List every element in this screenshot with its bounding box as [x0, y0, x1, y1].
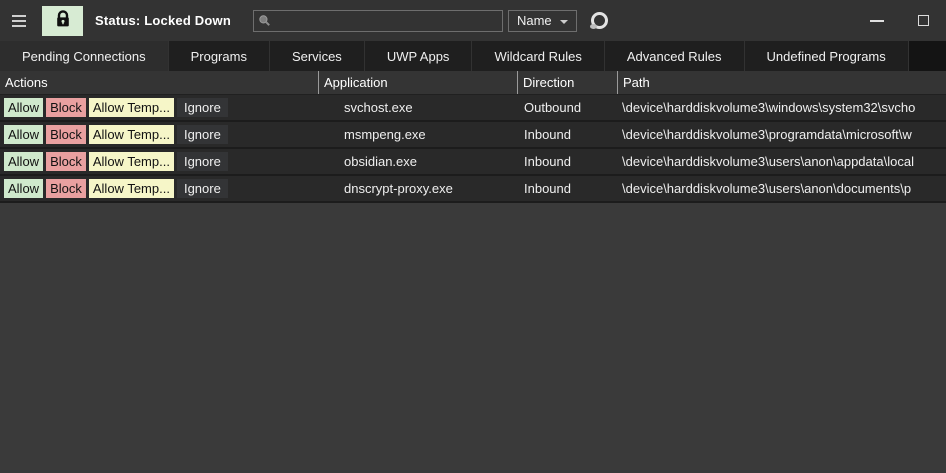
tab-undefined-programs[interactable]: Undefined Programs — [744, 41, 909, 71]
minimize-button[interactable] — [854, 6, 900, 36]
direction-cell: Inbound — [524, 154, 571, 169]
tab-advanced-rules[interactable]: Advanced Rules — [604, 41, 745, 71]
ignore-button[interactable]: Ignore — [176, 125, 228, 144]
lock-icon — [55, 10, 71, 31]
column-header-application[interactable]: Application — [318, 71, 517, 94]
pending-connections-list: Allow Block Allow Temp... Ignore svchost.exe… — [0, 95, 946, 203]
traffic-ring-icon[interactable] — [589, 12, 608, 29]
column-header-path[interactable]: Path — [617, 71, 946, 94]
path-cell: \device\harddiskvolume3\users\anon\docum… — [622, 181, 912, 196]
allow-temp-button[interactable]: Allow Temp... — [88, 179, 174, 198]
application-cell: obsidian.exe — [344, 154, 417, 169]
search-box — [252, 9, 503, 32]
block-button[interactable]: Block — [46, 179, 86, 198]
application-cell: svchost.exe — [344, 100, 413, 115]
allow-button[interactable]: Allow — [4, 152, 44, 171]
table-header: Actions Application Direction Path — [0, 71, 946, 95]
allow-temp-button[interactable]: Allow Temp... — [88, 152, 174, 171]
application-cell: dnscrypt-proxy.exe — [344, 181, 453, 196]
table-row[interactable]: Allow Block Allow Temp... Ignore svchost.exe… — [0, 95, 946, 122]
column-header-actions[interactable]: Actions — [0, 71, 318, 94]
tab-bar: Pending Connections Programs Services UWP A… — [0, 41, 946, 71]
maximize-button[interactable] — [900, 6, 946, 36]
row-actions: Allow Block Allow Temp... Ignore — [0, 98, 318, 117]
titlebar: Status: Locked Down Name — [0, 0, 946, 41]
tab-pending-connections[interactable]: Pending Connections — [0, 41, 169, 71]
tab-wildcard-rules[interactable]: Wildcard Rules — [472, 41, 605, 71]
status-label: Status: Locked Down — [95, 13, 231, 28]
tab-services[interactable]: Services — [269, 41, 365, 71]
direction-cell: Outbound — [524, 100, 582, 115]
block-button[interactable]: Block — [46, 98, 86, 117]
allow-button[interactable]: Allow — [4, 179, 44, 198]
hamburger-menu-button[interactable] — [12, 9, 34, 33]
table-row[interactable]: Allow Block Allow Temp... Ignore obsidian.ex… — [0, 149, 946, 176]
application-cell: msmpeng.exe — [344, 127, 426, 142]
table-row[interactable]: Allow Block Allow Temp... Ignore msmpeng.exe… — [0, 122, 946, 149]
row-actions: Allow Block Allow Temp... Ignore — [0, 125, 318, 144]
app-window: Status: Locked Down Name Pending Connect… — [0, 0, 946, 473]
search-input[interactable] — [274, 13, 498, 28]
tab-programs[interactable]: Programs — [168, 41, 270, 71]
search-icon — [258, 14, 271, 27]
ignore-button[interactable]: Ignore — [176, 152, 228, 171]
chevron-down-icon — [559, 19, 568, 24]
window-controls — [854, 6, 946, 36]
column-header-direction[interactable]: Direction — [517, 71, 617, 94]
ignore-button[interactable]: Ignore — [176, 179, 228, 198]
tab-uwp-apps[interactable]: UWP Apps — [364, 41, 473, 71]
empty-area — [0, 203, 946, 473]
path-cell: \device\harddiskvolume3\programdata\micr… — [622, 127, 912, 142]
path-cell: \device\harddiskvolume3\users\anon\appda… — [622, 154, 914, 169]
allow-temp-button[interactable]: Allow Temp... — [88, 125, 174, 144]
direction-cell: Inbound — [524, 127, 571, 142]
allow-button[interactable]: Allow — [4, 125, 44, 144]
lock-status-button[interactable] — [42, 5, 83, 36]
row-actions: Allow Block Allow Temp... Ignore — [0, 152, 318, 171]
allow-button[interactable]: Allow — [4, 98, 44, 117]
row-actions: Allow Block Allow Temp... Ignore — [0, 179, 318, 198]
allow-temp-button[interactable]: Allow Temp... — [88, 98, 174, 117]
search-filter-dropdown[interactable]: Name — [507, 9, 577, 32]
path-cell: \device\harddiskvolume3\windows\system32… — [622, 100, 916, 115]
ignore-button[interactable]: Ignore — [176, 98, 228, 117]
block-button[interactable]: Block — [46, 152, 86, 171]
block-button[interactable]: Block — [46, 125, 86, 144]
table-row[interactable]: Allow Block Allow Temp... Ignore dnscrypt-pr… — [0, 176, 946, 203]
direction-cell: Inbound — [524, 181, 571, 196]
search-filter-value: Name — [516, 13, 552, 28]
